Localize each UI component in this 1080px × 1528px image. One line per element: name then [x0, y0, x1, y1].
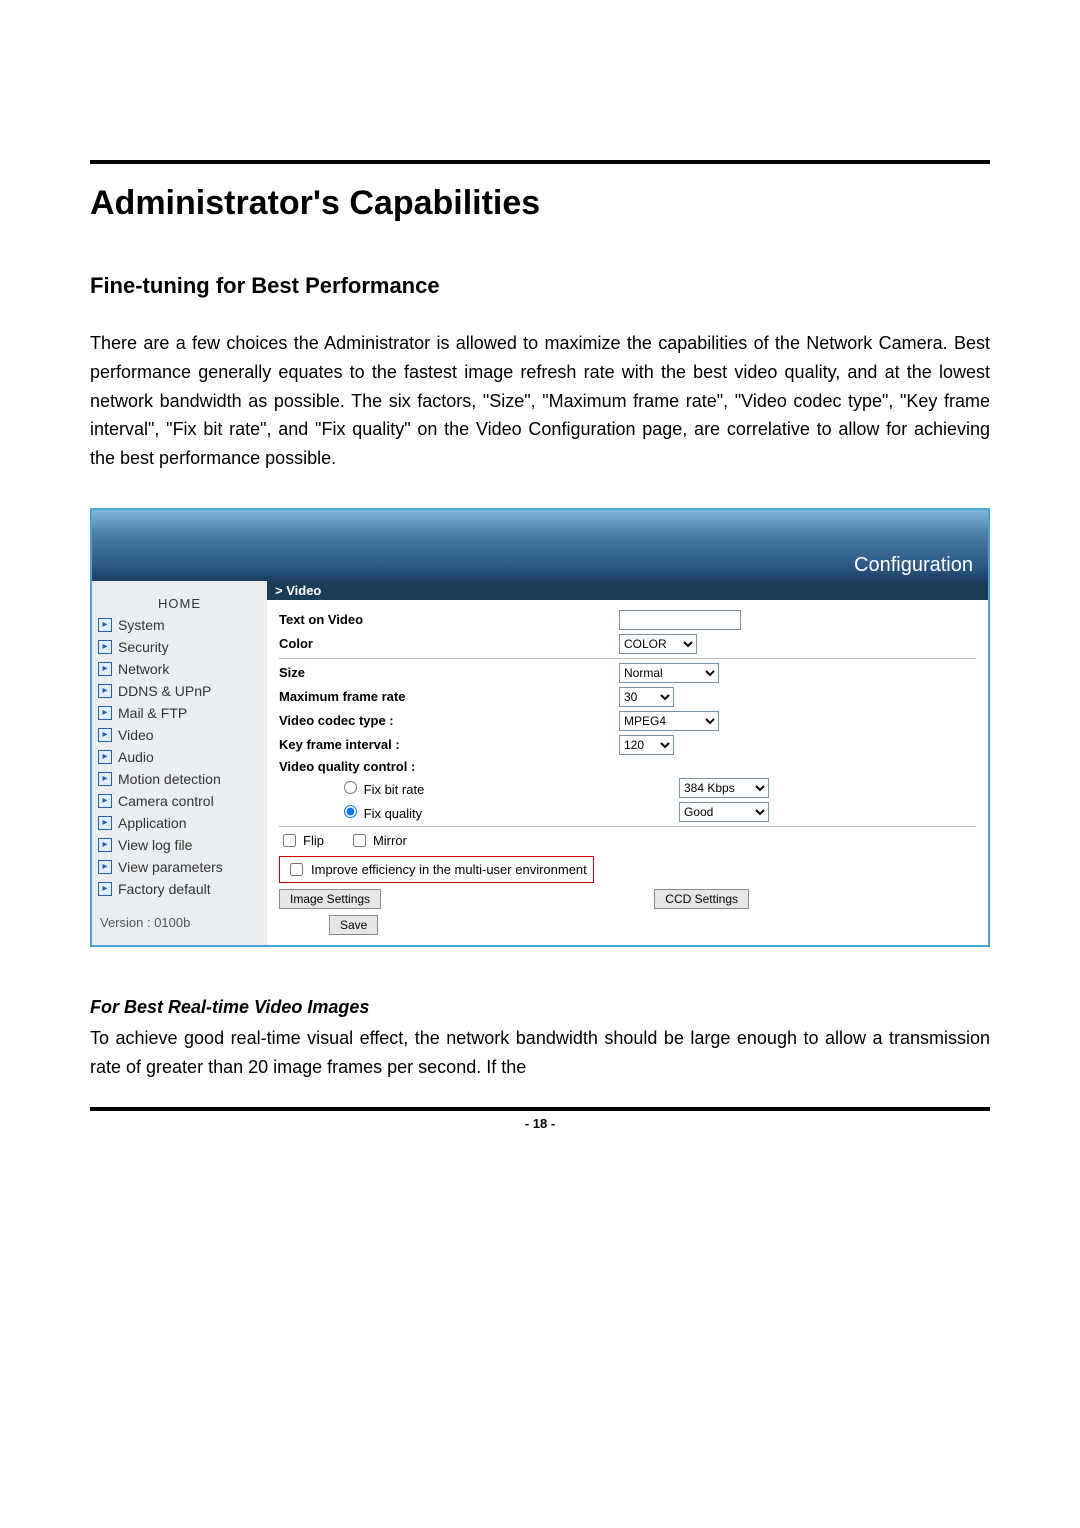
section3-body: To achieve good real-time visual effect,…	[90, 1024, 990, 1082]
sidebar-home[interactable]: HOME	[92, 591, 267, 614]
video-codec-label: Video codec type :	[279, 713, 609, 728]
sidebar-item-system[interactable]: ▸ System	[92, 614, 267, 636]
sidebar-item-label: Factory default	[118, 881, 211, 897]
key-frame-interval-select[interactable]: 120	[619, 735, 674, 755]
fix-quality-label: Fix quality	[364, 806, 423, 821]
arrow-right-icon: ▸	[98, 706, 112, 720]
fix-bit-rate-radio[interactable]	[344, 781, 357, 794]
fix-bit-rate-label: Fix bit rate	[364, 782, 425, 797]
fix-quality-radio[interactable]	[344, 805, 357, 818]
ccd-settings-button[interactable]: CCD Settings	[654, 889, 749, 909]
arrow-right-icon: ▸	[98, 860, 112, 874]
max-frame-rate-select[interactable]: 30	[619, 687, 674, 707]
sidebar-item-mail-ftp[interactable]: ▸ Mail & FTP	[92, 702, 267, 724]
sidebar-item-label: View log file	[118, 837, 192, 853]
color-label: Color	[279, 636, 609, 651]
arrow-right-icon: ▸	[98, 882, 112, 896]
section-subheading: Fine-tuning for Best Performance	[90, 273, 990, 299]
version-text: Version : 0100b	[92, 900, 267, 930]
intro-paragraph: There are a few choices the Administrato…	[90, 329, 990, 473]
sidebar-item-label: Mail & FTP	[118, 705, 187, 721]
arrow-right-icon: ▸	[98, 728, 112, 742]
mirror-checkbox[interactable]	[353, 834, 366, 847]
arrow-right-icon: ▸	[98, 640, 112, 654]
sidebar-item-label: Video	[118, 727, 154, 743]
sidebar-item-label: Application	[118, 815, 187, 831]
sidebar-item-video[interactable]: ▸ Video	[92, 724, 267, 746]
text-on-video-input[interactable]	[619, 610, 741, 630]
video-codec-select[interactable]: MPEG4	[619, 711, 719, 731]
page-number: - 18 -	[90, 1116, 990, 1131]
sidebar-item-ddns-upnp[interactable]: ▸ DDNS & UPnP	[92, 680, 267, 702]
config-header: Configuration	[92, 550, 988, 581]
config-screenshot: Configuration HOME ▸ System ▸ Security ▸…	[90, 508, 990, 947]
section3-heading: For Best Real-time Video Images	[90, 997, 990, 1018]
page-title: Administrator's Capabilities	[90, 184, 990, 223]
multi-user-box: Improve efficiency in the multi-user env…	[279, 856, 594, 883]
arrow-right-icon: ▸	[98, 794, 112, 808]
sidebar-item-factory-default[interactable]: ▸ Factory default	[92, 878, 267, 900]
arrow-right-icon: ▸	[98, 662, 112, 676]
multi-user-checkbox[interactable]	[290, 863, 303, 876]
sidebar-item-motion-detection[interactable]: ▸ Motion detection	[92, 768, 267, 790]
sidebar: HOME ▸ System ▸ Security ▸ Network ▸ DDN…	[92, 581, 267, 945]
video-quality-control-label: Video quality control :	[279, 759, 609, 774]
max-frame-rate-label: Maximum frame rate	[279, 689, 609, 704]
arrow-right-icon: ▸	[98, 772, 112, 786]
sidebar-item-label: Camera control	[118, 793, 214, 809]
sidebar-item-label: Audio	[118, 749, 154, 765]
size-label: Size	[279, 665, 609, 680]
mirror-label: Mirror	[373, 833, 407, 848]
text-on-video-label: Text on Video	[279, 612, 609, 627]
sidebar-item-audio[interactable]: ▸ Audio	[92, 746, 267, 768]
sidebar-item-camera-control[interactable]: ▸ Camera control	[92, 790, 267, 812]
sidebar-item-label: System	[118, 617, 165, 633]
flip-label: Flip	[303, 833, 324, 848]
video-panel: > Video Text on Video Color COLOR Size N…	[267, 581, 988, 945]
save-button[interactable]: Save	[329, 915, 378, 935]
sidebar-item-label: Motion detection	[118, 771, 221, 787]
flip-checkbox[interactable]	[283, 834, 296, 847]
mirror-checkbox-wrap[interactable]: Mirror	[349, 831, 407, 850]
color-select[interactable]: COLOR	[619, 634, 697, 654]
arrow-right-icon: ▸	[98, 750, 112, 764]
arrow-right-icon: ▸	[98, 816, 112, 830]
arrow-right-icon: ▸	[98, 618, 112, 632]
sidebar-item-label: View parameters	[118, 859, 223, 875]
sidebar-item-application[interactable]: ▸ Application	[92, 812, 267, 834]
image-settings-button[interactable]: Image Settings	[279, 889, 381, 909]
key-frame-interval-label: Key frame interval :	[279, 737, 609, 752]
flip-checkbox-wrap[interactable]: Flip	[279, 831, 324, 850]
arrow-right-icon: ▸	[98, 684, 112, 698]
sidebar-item-label: Network	[118, 661, 169, 677]
sidebar-item-label: DDNS & UPnP	[118, 683, 211, 699]
arrow-right-icon: ▸	[98, 838, 112, 852]
sidebar-item-network[interactable]: ▸ Network	[92, 658, 267, 680]
sidebar-item-label: Security	[118, 639, 169, 655]
size-select[interactable]: Normal	[619, 663, 719, 683]
multi-user-label: Improve efficiency in the multi-user env…	[311, 862, 587, 877]
sidebar-item-view-parameters[interactable]: ▸ View parameters	[92, 856, 267, 878]
sidebar-item-view-log-file[interactable]: ▸ View log file	[92, 834, 267, 856]
sidebar-item-security[interactable]: ▸ Security	[92, 636, 267, 658]
fix-quality-select[interactable]: Good	[679, 802, 769, 822]
panel-header: > Video	[267, 581, 988, 600]
window-titlebar	[92, 510, 988, 550]
fix-bit-rate-select[interactable]: 384 Kbps	[679, 778, 769, 798]
